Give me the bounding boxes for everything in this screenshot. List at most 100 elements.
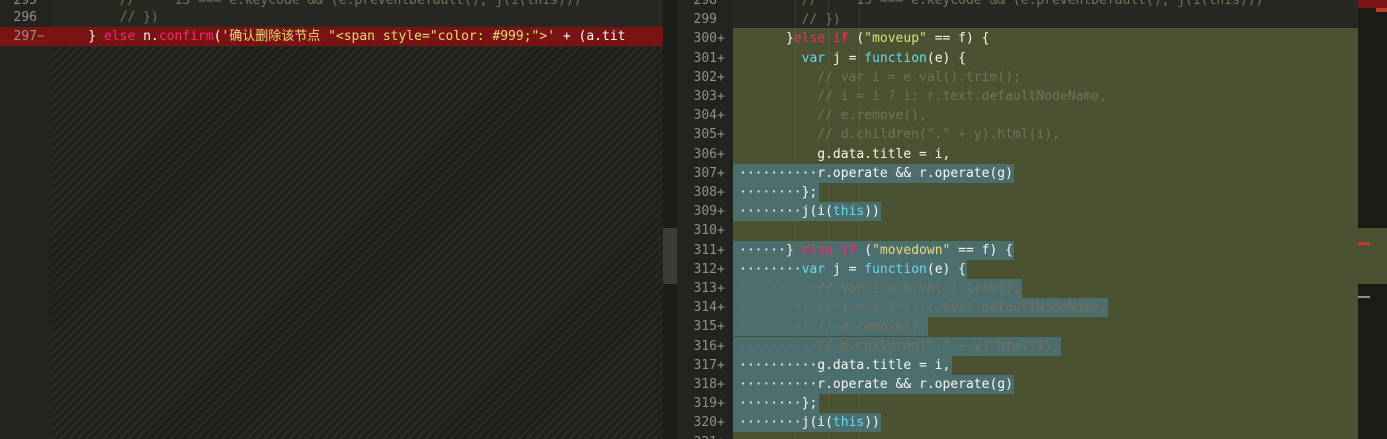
- code-text[interactable]: } else n.confirm('确认删除该节点 "<span style="…: [57, 27, 625, 46]
- line-number: 306: [693, 146, 717, 162]
- code-text[interactable]: ··········//·e.remove(),: [739, 317, 927, 336]
- line-number: 297: [13, 29, 37, 44]
- code-line[interactable]: 299 // }): [677, 10, 1358, 29]
- line-number: 317: [693, 357, 717, 373]
- diff-marker: +: [717, 433, 725, 439]
- code-line[interactable]: 303 + // i = i ? i: r.text.defaultNodeNam…: [677, 87, 1358, 106]
- diff-splitter[interactable]: [663, 0, 677, 439]
- code-text[interactable]: g.data.title = i,: [739, 145, 950, 164]
- diff-marker: +: [717, 415, 725, 431]
- code-line[interactable]: 296 // }): [0, 8, 663, 27]
- code-text[interactable]: }else if ("moveup" == f) {: [739, 29, 990, 48]
- diff-marker: −: [37, 29, 45, 44]
- diff-marker: +: [717, 281, 725, 296]
- code-text[interactable]: // e.remove(),: [739, 106, 927, 125]
- line-number: 316: [693, 338, 717, 354]
- line-number: 296: [13, 10, 37, 25]
- diff-marker: +: [717, 377, 725, 392]
- code-text[interactable]: // i = i ? i: r.text.defaultNodeName,: [739, 87, 1107, 106]
- code-line[interactable]: 309 + ········j(i(this)): [677, 202, 1358, 222]
- code-line[interactable]: 308 + ········};: [677, 183, 1358, 202]
- line-number: 313: [693, 281, 717, 296]
- code-text[interactable]: ········var j = function(e) {: [739, 260, 966, 279]
- code-line[interactable]: 307 + ··········r.operate && r.operate(g): [677, 163, 1358, 183]
- line-number: 309: [693, 204, 717, 220]
- overview-change-marker: [1376, 8, 1387, 12]
- code-line[interactable]: 297− } else n.confirm('确认删除该节点 "<span st…: [0, 27, 663, 46]
- code-text[interactable]: var j = function(e) {: [739, 49, 966, 68]
- code-text[interactable]: ··········//·var·i·=·e.val().trim();: [739, 279, 1021, 298]
- diff-marker: +: [717, 108, 725, 124]
- overview-ruler[interactable]: [1358, 0, 1387, 439]
- diff-marker: +: [717, 127, 725, 143]
- code-line[interactable]: 311 + ······} else if ("movedown" == f) {: [677, 240, 1358, 260]
- code-text[interactable]: ··········g.data.title = i,: [739, 356, 950, 375]
- line-number: 312: [693, 261, 717, 277]
- line-number: 301: [693, 50, 717, 66]
- code-text[interactable]: ··········r.operate && r.operate(g): [739, 375, 1013, 394]
- code-line[interactable]: 305 + // d.children("." + y).html(i),: [677, 125, 1358, 144]
- diff-marker: +: [717, 50, 725, 66]
- code-line[interactable]: 313 + ··········//·var·i·=·e.val().trim();: [677, 279, 1358, 298]
- line-number: 311: [693, 242, 717, 258]
- code-text[interactable]: ······} else if ("movedown" == f) {: [739, 241, 1013, 260]
- line-number: 308: [693, 185, 717, 200]
- diff-marker: +: [717, 319, 725, 335]
- code-text[interactable]: ········j(i(this)): [739, 202, 880, 221]
- code-text[interactable]: // }): [739, 10, 841, 29]
- code-text[interactable]: ··········//·i·=·i·?·i:·r.text.defaultNo…: [739, 298, 1107, 317]
- code-line[interactable]: 312 + ········var j = function(e) {: [677, 259, 1358, 279]
- code-text[interactable]: ··········//·d.children("."·+·y).html(i)…: [739, 337, 1060, 356]
- code-text[interactable]: ········j(i(this)): [739, 413, 880, 432]
- code-line[interactable]: 317 + ··········g.data.title = i,: [677, 355, 1358, 375]
- line-number: 302: [693, 69, 717, 85]
- code-text[interactable]: ········};: [739, 394, 817, 413]
- diff-marker: +: [717, 69, 725, 85]
- left-diff-pane[interactable]: 295 // 13 === e.keyCode && (e.preventDef…: [0, 0, 663, 439]
- code-text[interactable]: // 13 === e.keyCode && (e.preventDefault…: [739, 0, 1264, 10]
- splitter-scroll-thumb[interactable]: [663, 228, 677, 284]
- overview-addition-marker: [1358, 228, 1387, 284]
- code-line[interactable]: 316 + ··········//·d.children("."·+·y).htm…: [677, 336, 1358, 356]
- diff-marker: +: [717, 300, 725, 316]
- code-line[interactable]: 315 + ··········//·e.remove(),: [677, 317, 1358, 337]
- line-number: 299: [693, 12, 717, 28]
- line-number: 303: [693, 89, 717, 104]
- line-number: 318: [693, 377, 717, 392]
- diff-marker: +: [717, 31, 725, 47]
- code-text[interactable]: ········};: [739, 183, 817, 202]
- code-line[interactable]: 304 + // e.remove(),: [677, 106, 1358, 125]
- code-line[interactable]: 306 + g.data.title = i,: [677, 145, 1358, 164]
- code-line[interactable]: 319 + ········};: [677, 394, 1358, 414]
- left-gutter: [0, 0, 52, 439]
- diff-marker: +: [717, 357, 725, 373]
- diff-marker: +: [717, 89, 725, 104]
- line-number: 307: [693, 165, 717, 181]
- line-number: 310: [693, 223, 717, 239]
- code-text[interactable]: // }): [57, 8, 159, 27]
- code-line[interactable]: 298 // 13 === e.keyCode && (e.preventDef…: [677, 0, 1358, 10]
- code-line[interactable]: 302 + // var i = e.val().trim();: [677, 68, 1358, 87]
- code-line[interactable]: 310 +: [677, 221, 1358, 240]
- code-line[interactable]: 320 + ········j(i(this)): [677, 413, 1358, 433]
- diff-marker: +: [717, 223, 725, 239]
- diff-marker: +: [717, 165, 725, 181]
- line-number: 300: [693, 31, 717, 47]
- line-number: 304: [693, 108, 717, 124]
- code-line[interactable]: 314 + ··········//·i·=·i·?·i:·r.text.defau…: [677, 298, 1358, 318]
- code-line[interactable]: 321+: [677, 433, 1358, 439]
- right-diff-pane[interactable]: 298 // 13 === e.keyCode && (e.preventDef…: [677, 0, 1358, 439]
- code-text[interactable]: // var i = e.val().trim();: [739, 68, 1021, 87]
- overview-cursor-marker: [1358, 242, 1370, 245]
- code-line[interactable]: 318 + ··········r.operate && r.operate(g): [677, 375, 1358, 394]
- diff-marker: +: [717, 242, 725, 258]
- line-number: 298: [693, 0, 717, 8]
- code-line[interactable]: 301 + var j = function(e) {: [677, 49, 1358, 68]
- line-number: 314: [693, 300, 717, 316]
- line-number: 320: [693, 415, 717, 431]
- overview-deletion-marker: [1358, 0, 1387, 8]
- line-number: 319: [693, 396, 717, 412]
- code-line[interactable]: 300 + }else if ("moveup" == f) {: [677, 29, 1358, 48]
- code-text[interactable]: ··········r.operate && r.operate(g): [739, 164, 1013, 183]
- code-text[interactable]: // d.children("." + y).html(i),: [739, 125, 1060, 144]
